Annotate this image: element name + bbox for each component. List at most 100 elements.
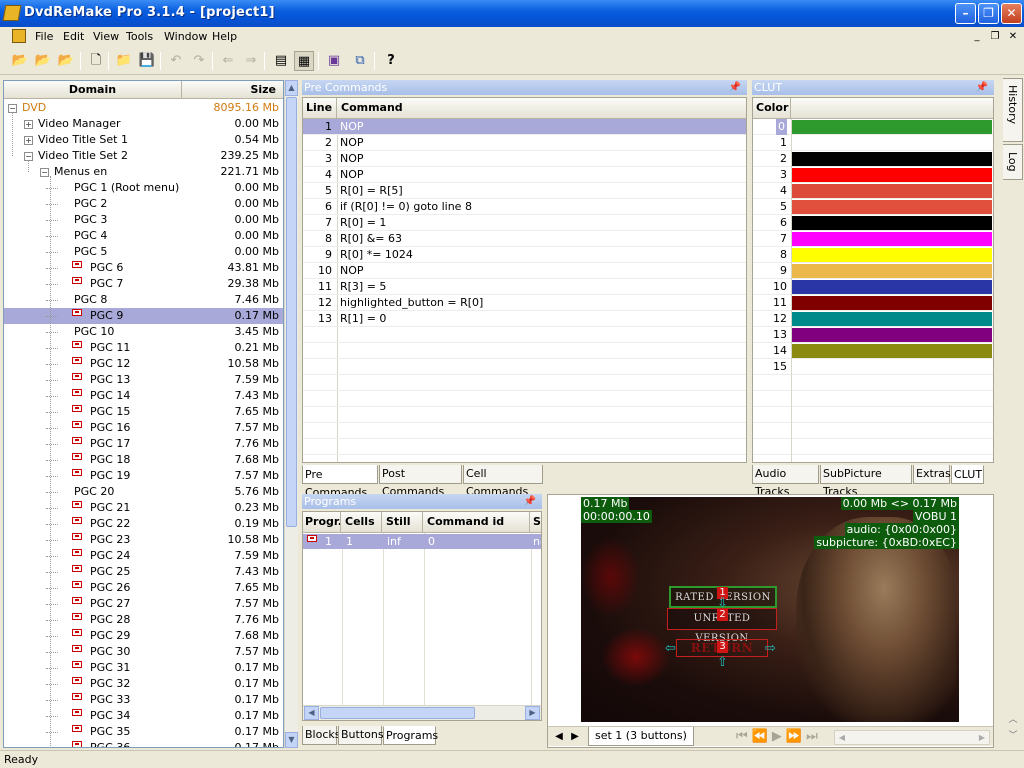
command-row[interactable]: 12 highlighted_button = R[0] [303,295,746,311]
tree-row[interactable]: PGC 29 7.68 Mb [4,628,283,644]
tab-set-1[interactable]: set 1 (3 buttons) [588,727,694,746]
empty-row[interactable] [303,359,746,375]
tree-row[interactable]: PGC 13 7.59 Mb [4,372,283,388]
menu-edit[interactable]: Edit [63,30,84,43]
command-row[interactable]: 11 R[3] = 5 [303,279,746,295]
column-header-color[interactable]: Color [753,98,791,118]
scroll-right-icon[interactable]: ▶ [525,706,540,720]
clut-row[interactable]: 8 [753,247,993,263]
command-row[interactable]: 6 if (R[0] != 0) goto line 8 [303,199,746,215]
clut-color-swatch[interactable] [792,296,992,310]
mdi-restore-icon[interactable]: ❐ [988,30,1002,44]
tree-row[interactable]: PGC 16 7.57 Mb [4,420,283,436]
minimize-button[interactable]: – [955,3,976,24]
tree-view-icon[interactable]: ▦ [294,51,314,71]
timeline-scrollbar[interactable]: ◀ ▶ [834,730,990,745]
skip-start-icon[interactable]: ⏮ [736,729,752,744]
new-file-icon[interactable]: 🗋 [86,51,106,71]
empty-row[interactable] [753,375,993,391]
tab-subpicture-tracks[interactable]: SubPicture Tracks [820,465,912,498]
prev-set-icon[interactable]: ◀ [552,730,566,744]
column-header-command[interactable]: Command [338,98,738,118]
tree-row[interactable]: PGC 2 0.00 Mb [4,196,283,212]
clut-row[interactable]: 9 [753,263,993,279]
expand-icon[interactable]: + [24,136,33,145]
menu-tools[interactable]: Tools [126,30,153,43]
command-row[interactable]: 8 R[0] &= 63 [303,231,746,247]
column-header-line[interactable]: Line [303,98,337,118]
clut-row[interactable]: 0 [753,119,993,135]
clut-row[interactable]: 4 [753,183,993,199]
menu-window[interactable]: Window [164,30,207,43]
clut-color-swatch[interactable] [792,120,992,134]
column-header-still-time[interactable]: Still ti [383,512,423,532]
tree-row[interactable]: + Video Manager 0.00 Mb [4,116,283,132]
tree-row[interactable]: PGC 33 0.17 Mb [4,692,283,708]
column-header-se[interactable]: Se [531,512,541,532]
tree-row[interactable]: PGC 24 7.59 Mb [4,548,283,564]
clut-row[interactable]: 14 [753,343,993,359]
empty-row[interactable] [753,407,993,423]
tab-post-commands[interactable]: Post Commands [379,465,462,498]
tree-row[interactable]: PGC 9 0.17 Mb [4,308,283,324]
tree-row[interactable]: − Video Title Set 2 239.25 Mb [4,148,283,164]
tree-row[interactable]: − Menus en 221.71 Mb [4,164,283,180]
skip-end-icon[interactable]: ⏭ [806,729,822,744]
clut-row[interactable]: 7 [753,231,993,247]
save-dvd-icon[interactable]: 📂 [56,51,76,71]
command-row[interactable]: 13 R[1] = 0 [303,311,746,327]
tree-row[interactable]: PGC 1 (Root menu) 0.00 Mb [4,180,283,196]
restore-button[interactable]: ❐ [978,3,999,24]
save-icon[interactable]: 💾 [137,51,157,71]
forward-icon[interactable]: ⇒ [241,51,261,71]
tree-scrollbar[interactable]: ▲ ▼ [284,80,298,748]
clut-row[interactable]: 2 [753,151,993,167]
scroll-thumb[interactable] [286,97,297,527]
empty-row[interactable] [303,375,746,391]
doc-icon[interactable] [12,29,26,43]
tree-row[interactable]: PGC 26 7.65 Mb [4,580,283,596]
menu-view[interactable]: View [93,30,119,43]
clut-row[interactable]: 6 [753,215,993,231]
preview-scroll-up-icon[interactable]: ︿ [1006,712,1020,726]
clut-color-swatch[interactable] [792,312,992,326]
title-bar[interactable]: DvdReMake Pro 3.1.4 - [project1] – ❐ ✕ [0,0,1024,27]
tree-row[interactable]: PGC 18 7.68 Mb [4,452,283,468]
pin-icon[interactable]: 📌 [729,80,741,95]
clut-row[interactable]: 5 [753,199,993,215]
pre-commands-grid[interactable]: Line Command 1 NOP 2 NOP 3 NOP 4 NOP 5 R[0] = R[5… [302,97,747,463]
clut-color-swatch[interactable] [792,344,992,358]
clut-row[interactable]: 1 [753,135,993,151]
tree-row[interactable]: PGC 28 7.76 Mb [4,612,283,628]
rewind-icon[interactable]: ⏪ [752,729,772,744]
back-icon[interactable]: ⇐ [218,51,238,71]
tree-row[interactable]: PGC 8 7.46 Mb [4,292,283,308]
tab-history[interactable]: History [1003,78,1023,142]
process-icon[interactable]: ⧉ [350,51,370,71]
open-project-icon[interactable]: 📁 [114,51,134,71]
empty-row[interactable] [753,423,993,439]
tree-row[interactable]: PGC 11 0.21 Mb [4,340,283,356]
tree-row[interactable]: PGC 30 7.57 Mb [4,644,283,660]
program-row[interactable]: 1 1 inf 0 no [303,534,541,549]
command-row[interactable]: 4 NOP [303,167,746,183]
clut-row[interactable]: 13 [753,327,993,343]
clut-color-swatch[interactable] [792,248,992,262]
tree-row[interactable]: PGC 17 7.76 Mb [4,436,283,452]
clut-color-swatch[interactable] [792,168,992,182]
clut-color-swatch[interactable] [792,152,992,166]
menu-help[interactable]: Help [212,30,237,43]
tree-row[interactable]: PGC 12 10.58 Mb [4,356,283,372]
scroll-left-icon[interactable]: ◀ [304,706,319,720]
command-row[interactable]: 1 NOP [303,119,746,135]
open-folder-icon[interactable]: 📂 [33,51,53,71]
clut-color-swatch[interactable] [792,360,992,374]
tab-cell-commands[interactable]: Cell Commands [463,465,543,498]
tree-row[interactable]: PGC 35 0.17 Mb [4,724,283,740]
preview-scroll-down-icon[interactable]: ﹀ [1006,728,1020,742]
tree-row[interactable]: PGC 23 10.58 Mb [4,532,283,548]
empty-row[interactable] [303,439,746,455]
tree-row[interactable]: PGC 31 0.17 Mb [4,660,283,676]
preview-icon[interactable]: ▣ [324,51,344,71]
scroll-left-icon[interactable]: ◀ [835,731,849,744]
